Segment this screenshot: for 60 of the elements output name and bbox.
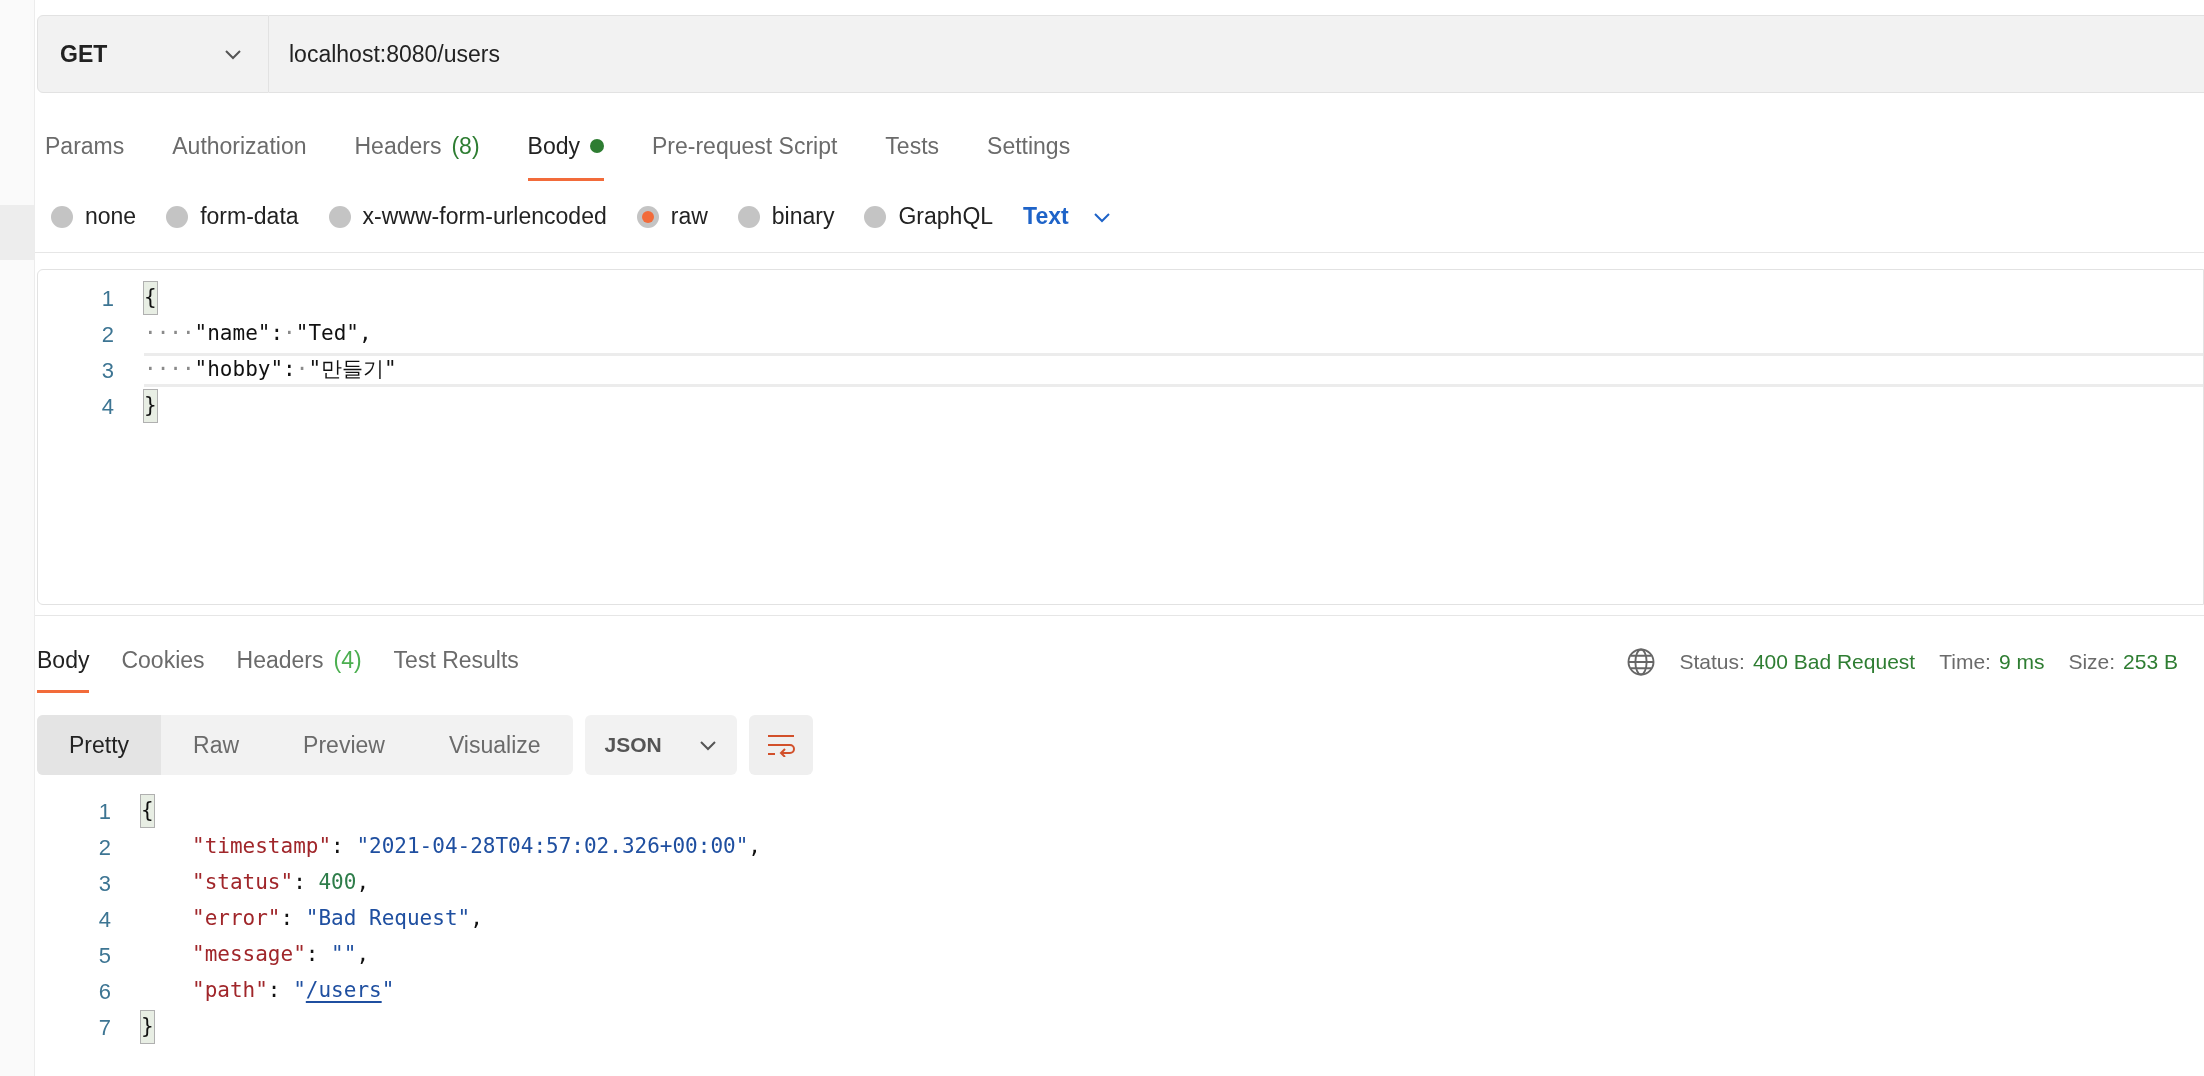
body-type-radio[interactable]: form-data (166, 199, 299, 234)
code-line: } (144, 389, 2203, 423)
response-format-dropdown[interactable]: JSON (584, 715, 737, 775)
chevron-down-icon (224, 48, 242, 60)
line-number: 2 (100, 320, 114, 349)
code-editor[interactable]: 1 { 2 ····"name":·"Ted", 3 ····"hobby":·"만들기" 4 } (37, 269, 2204, 605)
line-number: 1 (100, 284, 114, 313)
meta-label: Time: (1939, 649, 1991, 676)
meta-label: Status: (1679, 649, 1745, 676)
request-tab[interactable]: Params (45, 128, 125, 181)
request-tab[interactable]: Authorization (172, 128, 307, 181)
response-tab[interactable]: Headers (4) (236, 643, 362, 693)
code-line: "timestamp": "2021-04-28T04:57:02.326+00:00", (191, 833, 762, 861)
meta-label: Size: (2068, 649, 2116, 676)
meta-value: 9 ms (1998, 649, 2045, 676)
line-number: 4 (100, 392, 114, 421)
request-tab[interactable]: Tests (885, 128, 940, 181)
url-field[interactable]: localhost:8080/users (269, 15, 2204, 93)
code-line: } (141, 1010, 2204, 1044)
body-type-radio[interactable]: none (51, 199, 137, 234)
view-mode-tab[interactable]: Raw (161, 715, 272, 775)
wrap-lines-icon (765, 733, 796, 757)
request-tab[interactable]: Headers (8) (354, 128, 480, 181)
code-line: "path": "/users" (191, 977, 396, 1005)
code-line: { (141, 794, 2204, 828)
meta-value: 400 Bad Request (1752, 649, 1916, 676)
body-type-radio[interactable]: binary (737, 199, 835, 234)
line-number: 2 (97, 833, 111, 862)
line-number: 3 (100, 356, 114, 385)
line-number: 5 (97, 941, 111, 970)
chevron-down-icon (698, 739, 717, 751)
code-line: { (144, 281, 2203, 315)
request-tab[interactable]: Pre-request Script (652, 128, 838, 181)
response-tab[interactable]: Body (37, 643, 90, 693)
line-number: 4 (97, 905, 111, 934)
request-tab[interactable]: Body (527, 128, 604, 181)
view-mode-tab[interactable]: Preview (271, 715, 417, 775)
code-line: "status": 400, (191, 869, 371, 897)
response-tab[interactable]: Test Results (393, 643, 519, 693)
wrap-lines-button[interactable] (748, 715, 813, 775)
response-tab[interactable]: Cookies (121, 643, 205, 693)
body-type-radio[interactable]: x-www-form-urlencoded (328, 199, 607, 234)
code-line: ····"name":·"Ted", (144, 320, 373, 348)
format-dropdown[interactable]: Text (1023, 199, 1111, 234)
line-number: 3 (97, 869, 111, 898)
code-line: "message": "", (191, 941, 371, 969)
code-line: ····"hobby":·"만들기" (144, 353, 2203, 387)
view-mode-tab[interactable]: Visualize (416, 715, 573, 775)
chevron-down-icon (1092, 210, 1111, 223)
line-number: 1 (97, 797, 111, 826)
line-number: 6 (97, 977, 111, 1006)
request-tab[interactable]: Settings (987, 128, 1071, 181)
line-number: 7 (97, 1013, 111, 1042)
meta-value: 253 B (2123, 649, 2178, 676)
body-type-radio[interactable]: GraphQL (864, 199, 994, 234)
view-mode-tab[interactable]: Pretty (37, 715, 162, 775)
method-dropdown[interactable]: GET (37, 15, 269, 93)
body-type-radio[interactable]: raw (636, 199, 708, 234)
code-line: "error": "Bad Request", (191, 905, 484, 933)
globe-icon[interactable] (1625, 647, 1656, 677)
